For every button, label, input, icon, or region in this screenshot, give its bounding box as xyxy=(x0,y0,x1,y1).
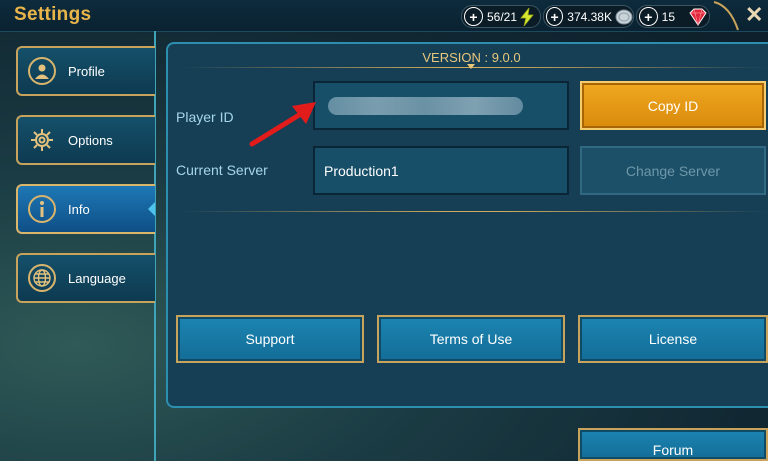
info-icon xyxy=(28,195,56,223)
add-gem-icon[interactable]: + xyxy=(639,7,658,26)
player-id-redacted xyxy=(328,96,523,115)
sidebar-item-label: Info xyxy=(68,201,90,217)
divider-middle xyxy=(182,211,768,212)
sidebar-item-label: Options xyxy=(68,132,113,148)
version-text: VERSION : 9.0.0 xyxy=(422,50,521,65)
gem-value: 15 xyxy=(661,9,675,24)
sidebar-item-options[interactable]: Options xyxy=(16,115,155,165)
copy-id-button[interactable]: Copy ID xyxy=(580,81,766,130)
energy-counter[interactable]: + 56/21 xyxy=(461,5,541,28)
divider-marker-icon xyxy=(467,64,475,69)
globe-icon xyxy=(28,264,56,292)
sidebar-item-info[interactable]: Info xyxy=(16,184,155,234)
license-button[interactable]: License xyxy=(578,315,768,363)
divider-top xyxy=(182,67,768,68)
terms-of-use-button[interactable]: Terms of Use xyxy=(377,315,565,363)
ornament-curve-icon xyxy=(713,1,739,31)
page-title: Settings xyxy=(14,4,92,25)
add-energy-icon[interactable]: + xyxy=(464,7,483,26)
close-button[interactable]: ✕ xyxy=(745,2,763,28)
silver-counter[interactable]: + 374.38K xyxy=(543,5,634,28)
sidebar-item-label: Language xyxy=(68,270,126,286)
sidebar-item-label: Profile xyxy=(68,63,105,79)
current-server-field: Production1 xyxy=(313,146,569,195)
silver-coin-icon xyxy=(615,8,633,26)
current-server-label: Current Server xyxy=(176,162,268,178)
sidebar-item-language[interactable]: Language xyxy=(16,253,155,303)
gear-icon xyxy=(28,126,56,154)
energy-value: 56/21 xyxy=(487,9,518,24)
forum-button[interactable]: Forum xyxy=(578,428,768,461)
support-button[interactable]: Support xyxy=(176,315,364,363)
silver-value: 374.38K xyxy=(567,9,612,24)
add-silver-icon[interactable]: + xyxy=(546,7,564,26)
player-id-label: Player ID xyxy=(176,109,234,125)
change-server-button[interactable]: Change Server xyxy=(580,146,766,195)
ruby-icon xyxy=(687,8,709,26)
gem-counter[interactable]: + 15 xyxy=(636,5,710,28)
active-indicator-icon xyxy=(148,202,155,216)
top-bar: Settings + 56/21 + 374.38K + 15 ✕ xyxy=(0,0,768,32)
lightning-icon xyxy=(520,7,534,26)
red-arrow-icon xyxy=(249,102,316,147)
player-id-field xyxy=(313,81,569,130)
